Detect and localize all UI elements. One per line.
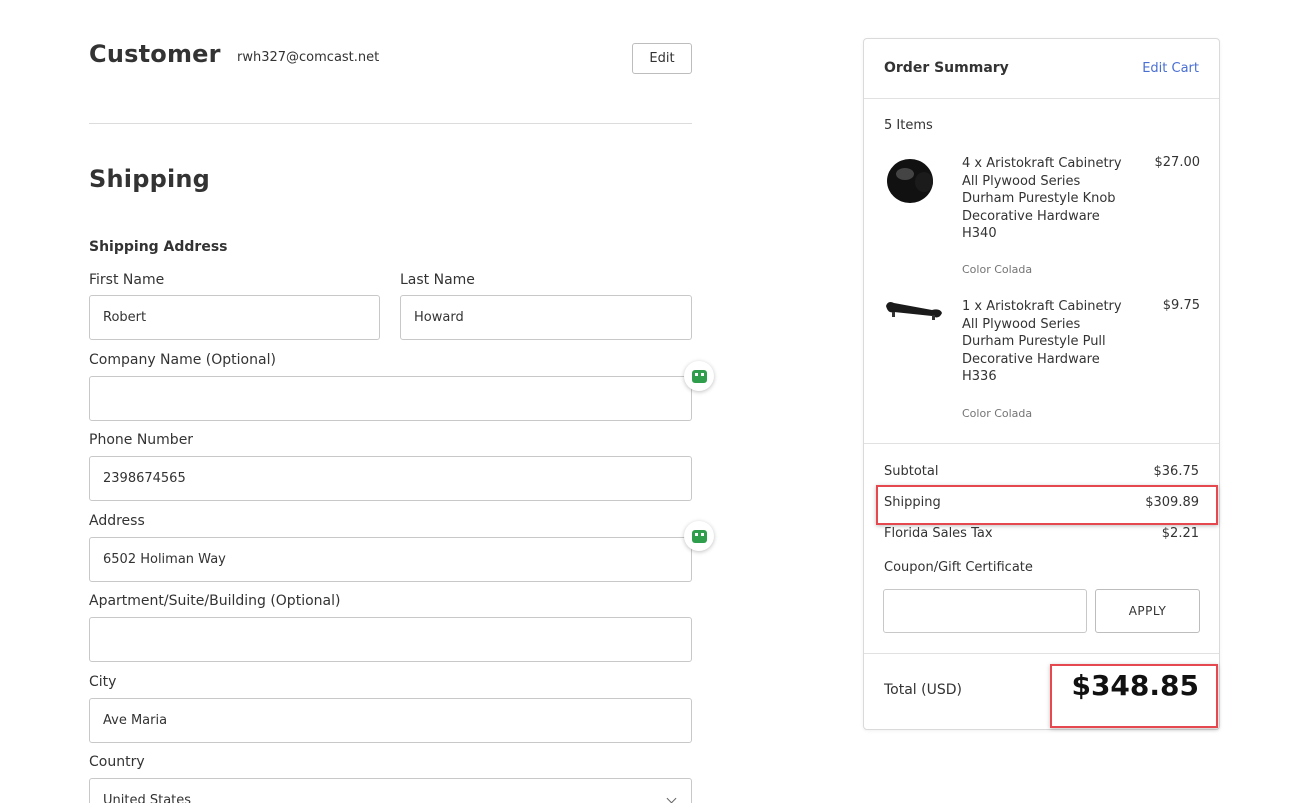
section-divider: [89, 123, 692, 124]
phone-label: Phone Number: [89, 432, 194, 448]
city-input[interactable]: [89, 698, 692, 743]
item-name: 4 x Aristokraft Cabinetry All Plywood Se…: [962, 156, 1122, 241]
address-label: Address: [89, 513, 145, 529]
autofill-icon[interactable]: [684, 521, 714, 551]
total-value: $348.85: [1071, 669, 1199, 702]
company-label: Company Name (Optional): [89, 352, 276, 368]
item-price: $9.75: [1162, 298, 1200, 313]
last-name-input[interactable]: [400, 295, 692, 340]
list-item: 4 x Aristokraft Cabinetry All Plywood Se…: [884, 155, 1200, 285]
country-select[interactable]: United States: [89, 778, 692, 803]
apartment-label: Apartment/Suite/Building (Optional): [89, 593, 341, 609]
autofill-icon[interactable]: [684, 361, 714, 391]
shipping-value: $309.89: [1145, 495, 1199, 510]
tax-value: $2.21: [1161, 526, 1199, 541]
chevron-down-icon: [666, 793, 677, 803]
address-input[interactable]: [89, 537, 692, 582]
tax-label: Florida Sales Tax: [884, 526, 993, 541]
last-name-label: Last Name: [400, 272, 475, 288]
first-name-input[interactable]: [89, 295, 380, 340]
coupon-input[interactable]: [883, 589, 1087, 633]
first-name-label: First Name: [89, 272, 165, 288]
divider: [864, 653, 1219, 654]
item-option: Color Colada: [962, 407, 1033, 420]
items-count: 5 Items: [884, 118, 933, 133]
edit-customer-button[interactable]: Edit: [632, 43, 692, 74]
total-label: Total (USD): [884, 682, 962, 698]
country-value: United States: [103, 793, 192, 803]
phone-input[interactable]: [89, 456, 692, 501]
shipping-title: Shipping: [89, 165, 211, 193]
list-item: 1 x Aristokraft Cabinetry All Plywood Se…: [884, 298, 1200, 428]
subtotal-label: Subtotal: [884, 464, 939, 479]
apartment-input[interactable]: [89, 617, 692, 662]
customer-email: rwh327@comcast.net: [237, 50, 380, 65]
edit-cart-link[interactable]: Edit Cart: [1142, 61, 1199, 76]
company-input[interactable]: [89, 376, 692, 421]
order-summary-header: Order Summary Edit Cart: [864, 39, 1219, 99]
shipping-address-heading: Shipping Address: [89, 239, 228, 255]
city-label: City: [89, 674, 117, 690]
item-price: $27.00: [1154, 155, 1201, 170]
knob-icon: [887, 159, 933, 203]
divider: [864, 443, 1219, 444]
shipping-label: Shipping: [884, 495, 941, 510]
item-option: Color Colada: [962, 263, 1033, 276]
coupon-label: Coupon/Gift Certificate: [884, 560, 1033, 575]
customer-title: Customer: [89, 40, 221, 68]
country-label: Country: [89, 754, 145, 770]
subtotal-value: $36.75: [1153, 464, 1200, 479]
order-summary-title: Order Summary: [884, 60, 1009, 76]
order-summary: Order Summary Edit Cart 5 Items 4 x Aris…: [863, 38, 1220, 730]
pull-handle-icon: [886, 302, 942, 320]
apply-coupon-button[interactable]: APPLY: [1095, 589, 1200, 633]
item-name: 1 x Aristokraft Cabinetry All Plywood Se…: [962, 299, 1122, 384]
